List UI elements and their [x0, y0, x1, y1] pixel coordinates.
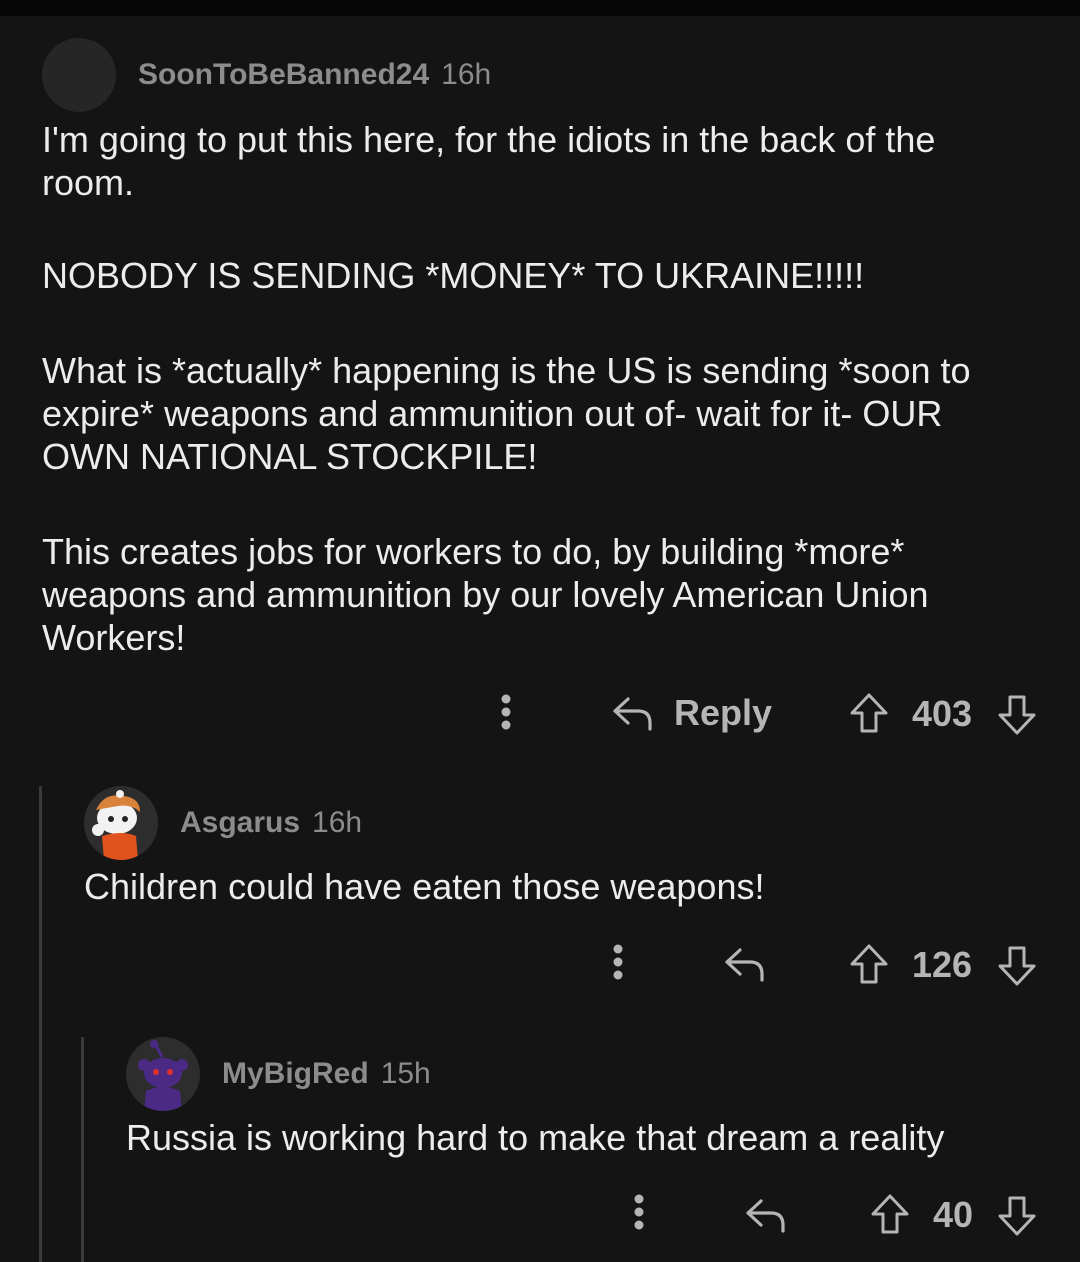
reply-arrow-icon	[612, 693, 654, 733]
reply-arrow-icon	[746, 1199, 785, 1233]
comment-paragraph: NOBODY IS SENDING *MONEY* TO UKRAINE!!!!…	[42, 255, 865, 296]
comment-body: Children could have eaten those weapons!	[84, 865, 1044, 908]
vote-score: 126	[912, 944, 973, 985]
upvote-arrow-icon	[871, 1194, 909, 1234]
upvote-button[interactable]	[849, 943, 889, 985]
downvote-arrow-icon	[998, 946, 1036, 986]
comment-reply-level-2: MyBigRed 15h Russia is working hard to m…	[126, 1037, 1046, 1159]
comment-paragraph: Children could have eaten those weapons!	[84, 866, 765, 907]
downvote-button[interactable]	[997, 1195, 1037, 1237]
more-options-icon[interactable]	[495, 694, 517, 734]
comment-body: Russia is working hard to make that drea…	[126, 1116, 1046, 1159]
thread-line-level-2[interactable]	[81, 1037, 84, 1262]
reply-button[interactable]	[745, 1195, 787, 1235]
upvote-button[interactable]	[870, 1193, 910, 1235]
comment-header: SoonToBeBanned24 16h	[42, 38, 1042, 112]
comment-header: Asgarus 16h	[84, 786, 1044, 860]
comment-paragraph: Russia is working hard to make that drea…	[126, 1117, 945, 1158]
reply-button[interactable]	[724, 944, 766, 984]
snoo-avatar-icon[interactable]	[126, 1037, 200, 1111]
reply-arrow-icon	[725, 948, 764, 982]
comment-paragraph: What is *actually* happening is the US i…	[42, 350, 971, 477]
comment-header: MyBigRed 15h	[126, 1037, 1046, 1111]
user-avatar-icon[interactable]	[42, 38, 116, 112]
more-options-icon[interactable]	[628, 1194, 650, 1234]
snoo-avatar-icon[interactable]	[84, 786, 158, 860]
thread-line-level-1[interactable]	[39, 786, 42, 1262]
comment-timestamp: 16h	[441, 58, 492, 91]
comment-username[interactable]: Asgarus	[180, 806, 300, 840]
comment-username[interactable]: MyBigRed	[222, 1057, 369, 1091]
upvote-button[interactable]	[849, 692, 889, 734]
downvote-arrow-icon	[998, 1196, 1036, 1236]
more-options-icon[interactable]	[607, 944, 629, 984]
comment-paragraph: I'm going to put this here, for the idio…	[42, 119, 936, 203]
comment-username[interactable]: SoonToBeBanned24	[138, 58, 429, 92]
comment-paragraph: This creates jobs for workers to do, by …	[42, 531, 929, 658]
comment-top-level: SoonToBeBanned24 16h I'm going to put th…	[42, 38, 1042, 659]
vote-score: 403	[912, 693, 973, 734]
downvote-button[interactable]	[997, 945, 1037, 987]
comment-body: I'm going to put this here, for the idio…	[42, 118, 1002, 659]
reply-button[interactable]: Reply	[612, 692, 772, 734]
downvote-arrow-icon	[998, 695, 1036, 735]
upvote-arrow-icon	[850, 693, 888, 733]
reply-label: Reply	[674, 692, 773, 733]
comment-timestamp: 16h	[312, 806, 363, 839]
comment-thread-screen: SoonToBeBanned24 16h I'm going to put th…	[0, 0, 1080, 1262]
upvote-arrow-icon	[850, 944, 888, 984]
downvote-button[interactable]	[997, 694, 1037, 736]
comment-timestamp: 15h	[380, 1057, 431, 1090]
comment-reply-level-1: Asgarus 16h Children could have eaten th…	[84, 786, 1044, 908]
status-bar	[0, 0, 1080, 16]
vote-score: 40	[933, 1194, 974, 1235]
